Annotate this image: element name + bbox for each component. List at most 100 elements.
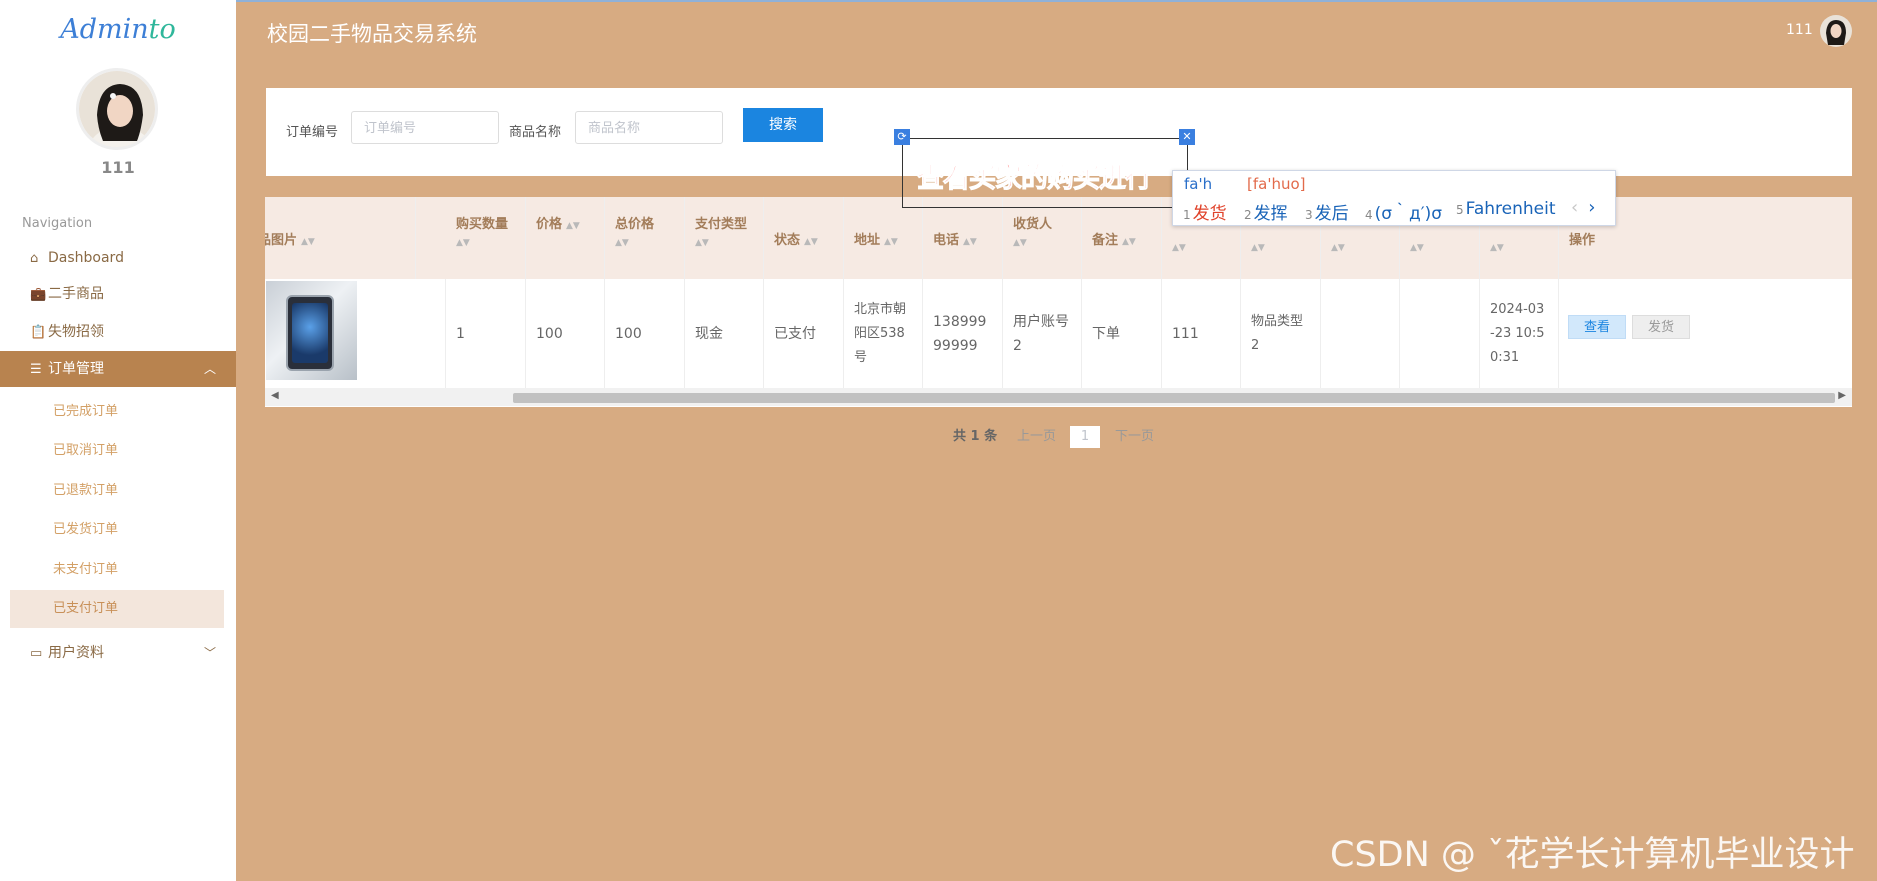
order-no-label: 订单编号 [286, 125, 339, 140]
sidebar-item-dashboard[interactable]: ⌂ Dashboard [0, 240, 236, 276]
product-name-label: 商品名称 [509, 125, 562, 140]
scrollbar-thumb[interactable] [513, 393, 1835, 403]
cell-reply [1321, 279, 1400, 388]
view-button[interactable]: 查看 [1568, 315, 1626, 339]
sidebar-item-goods[interactable]: 💼 二手商品 [0, 276, 236, 312]
ime-page-nav[interactable]: ‹ › [1571, 197, 1595, 218]
col-header-pay-type[interactable]: 支付类型 ▲▼ [685, 197, 764, 279]
col-header-status[interactable]: 状态 ▲▼ [764, 197, 844, 279]
ime-pinyin: [fa'huo] [1247, 175, 1306, 193]
sort-icon[interactable]: ▲▼ [1331, 243, 1389, 253]
sidebar-item-label: 订单管理 [48, 361, 104, 377]
table-row: 1 100 100 现金 已支付 北京市朝阳区538号 13899999999 … [265, 279, 1852, 388]
col-header-phone[interactable]: 电话 ▲▼ [923, 197, 1003, 279]
ime-candidate-text: 发货 [1192, 204, 1227, 224]
sort-icon[interactable]: ▲▼ [566, 221, 580, 231]
col-header-note[interactable]: 备注 ▲▼ [1082, 197, 1162, 279]
sort-icon[interactable]: ▲▼ [884, 237, 898, 247]
sidebar-item-label: 用户资料 [48, 645, 104, 661]
search-button[interactable]: 搜索 [743, 108, 823, 142]
horizontal-scrollbar[interactable]: ◀ ▶ [265, 388, 1852, 406]
ime-candidate-2[interactable]: 2 发挥 [1244, 199, 1288, 224]
header-username[interactable]: 111 [1786, 22, 1813, 38]
col-header-text: 总价格 [615, 217, 655, 232]
subitem-unpaid-orders[interactable]: 未支付订单 [10, 551, 224, 589]
sidebar-item-label: 二手商品 [48, 286, 104, 302]
scroll-right-icon[interactable]: ▶ [1838, 390, 1846, 401]
product-name-input[interactable] [575, 111, 723, 144]
subitem-refunded-orders[interactable]: 已退款订单 [10, 472, 224, 510]
ship-button[interactable]: 发货 [1632, 315, 1690, 339]
app-logo[interactable]: Adminto [0, 14, 236, 45]
orders-table: 商品图片▲▼ 购买数量▲▼ 价格▲▼ 总价格 ▲▼ 支付类型▲▼ 状态▲▼ 地址▲… [265, 197, 1852, 407]
pagination-page[interactable]: 1 [1070, 426, 1100, 448]
sidebar-item-profile[interactable]: ▭ 用户资料 ﹀ [0, 635, 236, 671]
cell-price: 100 [526, 279, 605, 388]
col-header-quantity[interactable]: 购买数量 ▲▼ [446, 197, 526, 279]
cell-address: 北京市朝阳区538号 [844, 279, 923, 388]
cell-category: 物品类型2 [1241, 279, 1321, 388]
sort-icon[interactable]: ▲▼ [615, 238, 674, 248]
capture-refresh-icon[interactable]: ⟳ [894, 129, 910, 145]
capture-close-icon[interactable]: ✕ [1179, 129, 1195, 145]
page-title: 校园二手物品交易系统 [267, 22, 477, 46]
cell-total: 100 [605, 279, 685, 388]
cell-status: 已支付 [764, 279, 844, 388]
ime-candidate-4[interactable]: 4 (σ｀д′)σ [1365, 199, 1442, 224]
subitem-shipped-orders[interactable]: 已发货订单 [10, 511, 224, 549]
ime-candidate-text: 发后 [1314, 204, 1349, 224]
sort-icon[interactable]: ▲▼ [1251, 243, 1310, 253]
cell-time: 2024-03-23 10:50:31 [1480, 279, 1559, 388]
subitem-cancelled-orders[interactable]: 已取消订单 [10, 432, 224, 470]
col-header-total[interactable]: 总价格 ▲▼ [605, 197, 685, 279]
col-header-receiver[interactable]: 收货人 ▲▼ [1003, 197, 1082, 279]
sort-icon[interactable]: ▲▼ [963, 237, 977, 247]
sort-icon[interactable]: ▲▼ [1410, 243, 1469, 253]
order-no-input[interactable] [351, 111, 499, 144]
sort-icon[interactable]: ▲▼ [1122, 237, 1136, 247]
sidebar-item-orders[interactable]: ☰ 订单管理 ︿ [0, 351, 236, 387]
sort-icon[interactable]: ▲▼ [1013, 238, 1071, 248]
ime-candidate-5[interactable]: 5 Fahrenheit [1456, 199, 1556, 219]
pagination-next[interactable]: 下一页 [1115, 425, 1154, 444]
sidebar: Adminto 111 Navigation ⌂ Dashboard 💼 二手商品 … [0, 0, 236, 881]
chevron-left-icon[interactable]: ‹ [1571, 197, 1578, 218]
ime-candidate-1[interactable]: 1 发货 [1183, 199, 1227, 224]
clipboard-icon: 📋 [30, 325, 47, 340]
subitem-paid-orders[interactable]: 已支付订单 [10, 590, 224, 628]
col-header-price[interactable]: 价格 ▲▼ [526, 197, 605, 279]
home-icon: ⌂ [30, 251, 39, 266]
col-header-text: 收货人 [1013, 217, 1053, 232]
sidebar-avatar[interactable] [76, 68, 158, 150]
sliders-icon: ☰ [30, 362, 42, 377]
sort-icon[interactable]: ▲▼ [456, 238, 515, 248]
cell-quantity: 1 [446, 279, 526, 388]
pagination-prev[interactable]: 上一页 [1017, 425, 1056, 444]
calendar-icon: ▭ [30, 646, 43, 661]
col-header-image[interactable]: 商品图片▲▼ [265, 197, 416, 279]
header-avatar[interactable] [1820, 15, 1852, 47]
subitem-completed-orders[interactable]: 已完成订单 [10, 393, 224, 431]
col-header-text: 备注 [1092, 233, 1119, 248]
cell-extra [1400, 279, 1480, 388]
sort-icon[interactable]: ▲▼ [695, 238, 753, 248]
sort-icon[interactable]: ▲▼ [1490, 243, 1548, 253]
ime-composition: fa'h [1184, 175, 1213, 193]
briefcase-icon: 💼 [30, 287, 47, 302]
cell-actions: 查看 发货 [1559, 279, 1852, 388]
window-top-border [0, 0, 1877, 2]
cell-phone: 13899999999 [923, 279, 1003, 388]
cell-image [265, 279, 446, 388]
product-thumbnail[interactable] [266, 281, 357, 380]
sort-icon[interactable]: ▲▼ [301, 237, 315, 247]
phone-image [286, 295, 334, 371]
scroll-left-icon[interactable]: ◀ [271, 390, 279, 401]
ime-candidate-text: (σ｀д′)σ [1374, 204, 1443, 224]
ime-candidate-window[interactable]: fa'h [fa'huo] 1 发货 2 发挥 3 发后 4 (σ｀д′)σ 5 Fahr… [1172, 170, 1616, 226]
ime-candidate-3[interactable]: 3 发后 [1305, 199, 1349, 224]
col-header-address[interactable]: 地址 ▲▼ [844, 197, 923, 279]
sort-icon[interactable]: ▲▼ [1172, 243, 1230, 253]
sidebar-item-lost-found[interactable]: 📋 失物招领 [0, 314, 236, 350]
chevron-right-icon[interactable]: › [1588, 197, 1595, 218]
sort-icon[interactable]: ▲▼ [804, 237, 818, 247]
